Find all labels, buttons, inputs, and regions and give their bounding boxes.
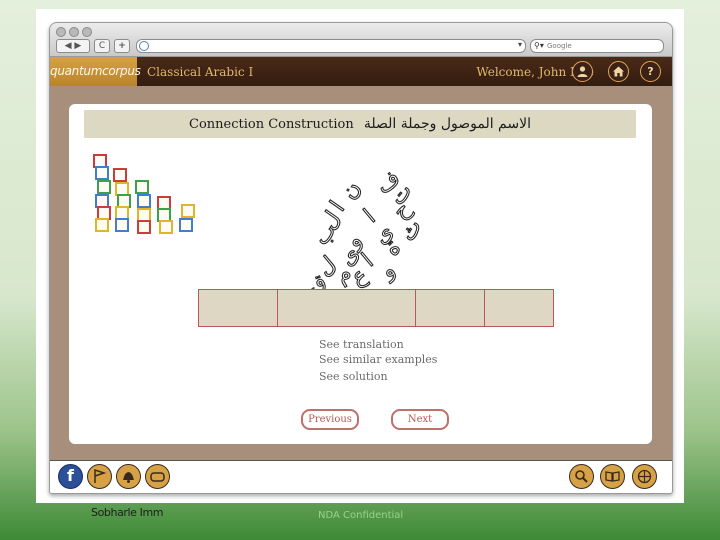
globe-icon <box>139 41 149 51</box>
previous-button[interactable]: Previous <box>301 409 359 430</box>
see-translation-link[interactable]: See translation <box>319 337 437 352</box>
search-tool-button[interactable] <box>569 464 594 489</box>
answer-slot[interactable] <box>485 290 553 326</box>
letter-tile[interactable]: ع <box>348 262 371 291</box>
bell-icon <box>123 472 134 483</box>
scrambled-letters-area: ف ت ح ن ا ل ب ا ي ه و ى ا ل م ع ث ق و <box>279 164 429 299</box>
back-forward-button[interactable]: ◀ ▶ <box>56 39 90 53</box>
answer-slot[interactable] <box>199 290 278 326</box>
home-button[interactable] <box>608 61 629 82</box>
book-icon <box>605 471 620 482</box>
help-icon: ? <box>647 65 654 78</box>
letter-tile[interactable]: و <box>376 257 400 285</box>
user-icon <box>577 66 588 77</box>
course-title: Classical Arabic I <box>147 65 254 79</box>
search-input[interactable]: ⚲▾ Google <box>530 39 664 53</box>
help-button[interactable]: ? <box>640 61 661 82</box>
close-window-button[interactable] <box>56 27 66 37</box>
footer-signature: Sobharle Imm <box>91 506 164 519</box>
exercise-panel: Connection Construction الاسم الموصول وج… <box>69 104 652 444</box>
zoom-window-button[interactable] <box>82 27 92 37</box>
book-tool-button[interactable] <box>600 464 625 489</box>
bottom-toolbar: f <box>50 460 672 493</box>
letter-tile[interactable]: ن <box>336 177 367 204</box>
exercise-title-arabic: الاسم الموصول وجملة الصلة <box>363 116 531 132</box>
window-controls <box>56 27 92 37</box>
next-button[interactable]: Next <box>391 409 449 430</box>
app-header: quantumcorpus Classical Arabic I Welcome… <box>50 57 672 86</box>
exercise-title: Connection Construction <box>189 117 354 132</box>
browser-window: ◀ ▶ C + ▾ ⚲▾ Google quantumcorpus Classi… <box>49 22 673 494</box>
compass-icon <box>637 469 652 484</box>
facebook-button[interactable]: f <box>58 464 83 489</box>
help-links: See translation See similar examples See… <box>319 337 437 384</box>
user-button[interactable] <box>572 61 593 82</box>
search-icon <box>575 470 588 483</box>
answer-slot[interactable] <box>278 290 416 326</box>
new-tab-button[interactable]: + <box>114 39 130 53</box>
flag-button[interactable] <box>87 464 112 489</box>
answer-slot[interactable] <box>416 290 485 326</box>
scroll-icon <box>150 472 165 482</box>
scroll-button[interactable] <box>145 464 170 489</box>
magnifier-icon: ⚲▾ <box>534 41 544 50</box>
exercise-title-band: Connection Construction الاسم الموصول وج… <box>84 110 636 138</box>
compass-tool-button[interactable] <box>632 464 657 489</box>
chevron-down-icon[interactable]: ▾ <box>518 40 522 49</box>
home-icon <box>613 66 624 77</box>
search-placeholder: Google <box>547 42 572 50</box>
address-bar[interactable]: ▾ <box>136 39 526 53</box>
letter-tile[interactable]: ث <box>395 215 428 246</box>
content-area: Connection Construction الاسم الموصول وج… <box>50 86 672 460</box>
reload-button[interactable]: C <box>94 39 110 53</box>
see-solution-link[interactable]: See solution <box>319 369 437 384</box>
facebook-icon: f <box>67 466 74 485</box>
flag-icon <box>94 468 107 483</box>
minimize-window-button[interactable] <box>69 27 79 37</box>
bell-button[interactable] <box>116 464 141 489</box>
see-similar-examples-link[interactable]: See similar examples <box>319 352 437 367</box>
answer-slots <box>198 289 554 327</box>
footer-confidential: NDA Confidential <box>318 510 404 521</box>
browser-toolbar: ◀ ▶ C + ▾ ⚲▾ Google <box>50 23 672 57</box>
app-logo[interactable]: quantumcorpus <box>50 57 141 86</box>
